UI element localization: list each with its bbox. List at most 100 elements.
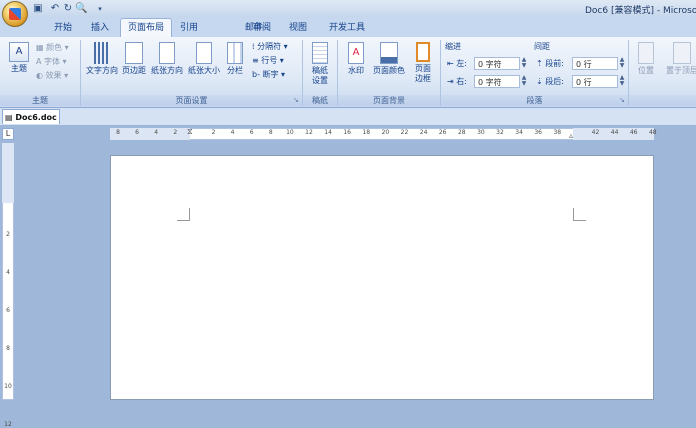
bring-to-front-icon xyxy=(673,42,691,64)
draft-settings-button[interactable]: 稿纸 设置 xyxy=(307,42,333,86)
bring-to-front-label: 置于顶层 xyxy=(666,66,696,75)
ruler-tick-label: 2 xyxy=(173,129,178,136)
vertical-ruler-ticks: 2 4 6 8 10 12 xyxy=(2,143,14,428)
ruler-tick-label: 6 xyxy=(135,129,139,136)
spacing-after-input[interactable]: 0 行 xyxy=(572,75,618,88)
breaks-label: 分隔符 xyxy=(257,42,282,51)
tab-developer[interactable]: 开发工具 xyxy=(322,20,372,36)
group-label-theme: 主题 xyxy=(0,95,80,106)
print-preview-icon[interactable]: 🔍 xyxy=(75,3,87,15)
margins-label: 页边距 xyxy=(122,66,146,75)
vertical-ruler-tick-label: 4 xyxy=(6,269,10,276)
ruler-tick-label: 16 xyxy=(343,129,351,136)
office-button[interactable] xyxy=(2,1,28,27)
indent-left-input[interactable]: 0 字符 xyxy=(474,57,520,70)
text-direction-button[interactable]: 文字方向 xyxy=(84,42,120,76)
document-icon: ▤ xyxy=(5,113,16,122)
theme-fonts-label: 字体 xyxy=(44,57,61,66)
vertical-ruler-tick-label: 10 xyxy=(4,383,12,390)
ruler-tick-label: 18 xyxy=(362,129,371,136)
indent-right-label: ⇥ 右: xyxy=(447,76,467,87)
line-numbers-icon: ≡ xyxy=(252,56,262,65)
orientation-icon xyxy=(159,42,175,64)
left-indent-marker-icon[interactable]: ⧖ xyxy=(187,127,193,137)
redo-icon[interactable]: ↻ xyxy=(62,3,74,15)
ruler-tick-label: 20 xyxy=(381,129,390,136)
document-tab-label: Doc6.doc xyxy=(15,113,57,122)
group-label-page-background: 页面背景 xyxy=(338,95,440,106)
vertical-ruler-tick-label: 8 xyxy=(6,345,10,352)
paragraph-dialog-launcher-icon[interactable]: ↘ xyxy=(619,96,625,104)
theme-effects-button[interactable]: ◐ 效果 ▾ xyxy=(36,70,68,81)
margin-corner-mark xyxy=(573,208,586,221)
spacing-before-spinner[interactable]: ▲ ▼ xyxy=(618,57,626,69)
margins-button[interactable]: 页边距 xyxy=(121,42,147,76)
page-borders-label-1: 页面 xyxy=(415,64,431,73)
ruler-tick-label: 2 xyxy=(211,129,216,136)
hyphenation-button[interactable]: b- 断字 ▾ xyxy=(252,69,285,80)
indent-right-input[interactable]: 0 字符 xyxy=(474,75,520,88)
page-setup-dialog-launcher-icon[interactable]: ↘ xyxy=(293,96,299,104)
themes-label: 主题 xyxy=(11,64,27,73)
vertical-ruler-tick-label: 2 xyxy=(6,231,10,238)
spacing-after-text: 段后: xyxy=(545,77,564,86)
group-label-paragraph: 段落 xyxy=(441,95,628,106)
size-button[interactable]: 纸张大小 xyxy=(186,42,222,76)
right-indent-marker-icon[interactable]: ▵ xyxy=(569,131,573,140)
tab-review[interactable]: 审阅 xyxy=(246,20,278,36)
themes-button[interactable]: A 主题 xyxy=(6,42,32,74)
ruler-tick-label: 34 xyxy=(515,129,523,136)
indent-right-spinner[interactable]: ▲ ▼ xyxy=(520,75,528,87)
line-numbers-label: 行号 xyxy=(261,56,278,65)
columns-icon xyxy=(227,42,243,64)
ruler-tick-label: 26 xyxy=(438,129,447,136)
ruler-tick-label: 8 xyxy=(116,129,120,136)
orientation-button[interactable]: 纸张方向 xyxy=(149,42,185,76)
margin-corner-mark xyxy=(177,208,190,221)
ruler-tick-label: 48 xyxy=(648,129,657,136)
window-title: Doc6 [兼容模式] - Microso xyxy=(585,6,696,16)
spacing-before-icon: ⇡ xyxy=(536,59,546,68)
ruler-tick-label: 14 xyxy=(324,129,332,136)
spacing-after-spinner[interactable]: ▲ ▼ xyxy=(618,75,626,87)
columns-label: 分栏 xyxy=(227,66,243,75)
columns-button[interactable]: 分栏 xyxy=(225,42,245,76)
theme-fonts-button[interactable]: A 字体 ▾ xyxy=(36,56,67,67)
ruler-tick-label: 46 xyxy=(629,129,638,136)
ruler-tick-label: 10 xyxy=(286,129,294,136)
tab-page-layout[interactable]: 页面布局 xyxy=(120,18,172,37)
tab-selector-button[interactable]: L xyxy=(2,128,14,140)
ruler-tick-label: 4 xyxy=(230,129,235,136)
tab-home[interactable]: 开始 xyxy=(47,20,79,36)
page-borders-label-2: 边框 xyxy=(415,74,431,83)
tab-insert[interactable]: 插入 xyxy=(84,20,116,36)
draft-label-1: 稿纸 xyxy=(312,66,328,75)
bring-to-front-button[interactable]: 置于顶层 xyxy=(662,42,696,76)
ruler-tick-label: 44 xyxy=(610,129,619,136)
ruler-tick-label: 32 xyxy=(496,129,504,136)
document-page[interactable] xyxy=(110,155,654,400)
watermark-icon: A xyxy=(348,42,364,64)
spacing-before-label: ⇡ 段前: xyxy=(536,58,564,69)
tab-references[interactable]: 引用 xyxy=(173,20,205,36)
save-icon[interactable]: ▣ xyxy=(32,3,44,15)
page-borders-button[interactable]: 页面 边框 xyxy=(410,42,436,84)
customize-icon[interactable]: ▾ xyxy=(94,3,106,15)
page-borders-icon xyxy=(416,42,430,62)
position-button[interactable]: 位置 xyxy=(633,42,659,76)
watermark-button[interactable]: A 水印 xyxy=(343,42,369,76)
draft-label-2: 设置 xyxy=(312,76,328,85)
spacing-before-input[interactable]: 0 行 xyxy=(572,57,618,70)
text-direction-icon xyxy=(94,42,110,64)
breaks-button[interactable]: ⁞ 分隔符 ▾ xyxy=(252,41,288,52)
group-label-page-setup: 页面设置 xyxy=(81,95,302,106)
indent-left-spinner[interactable]: ▲ ▼ xyxy=(520,57,528,69)
spacing-before-text: 段前: xyxy=(545,59,564,68)
document-tab[interactable]: ▤ Doc6.doc xyxy=(2,109,60,124)
tab-view[interactable]: 视图 xyxy=(282,20,314,36)
line-numbers-button[interactable]: ≡ 行号 ▾ xyxy=(252,55,284,66)
page-color-button[interactable]: 页面颜色 xyxy=(371,42,407,76)
ruler-tick-label: 30 xyxy=(477,129,485,136)
theme-colors-button[interactable]: ▦ 颜色 ▾ xyxy=(36,42,69,53)
undo-icon[interactable]: ↶ xyxy=(49,3,61,15)
